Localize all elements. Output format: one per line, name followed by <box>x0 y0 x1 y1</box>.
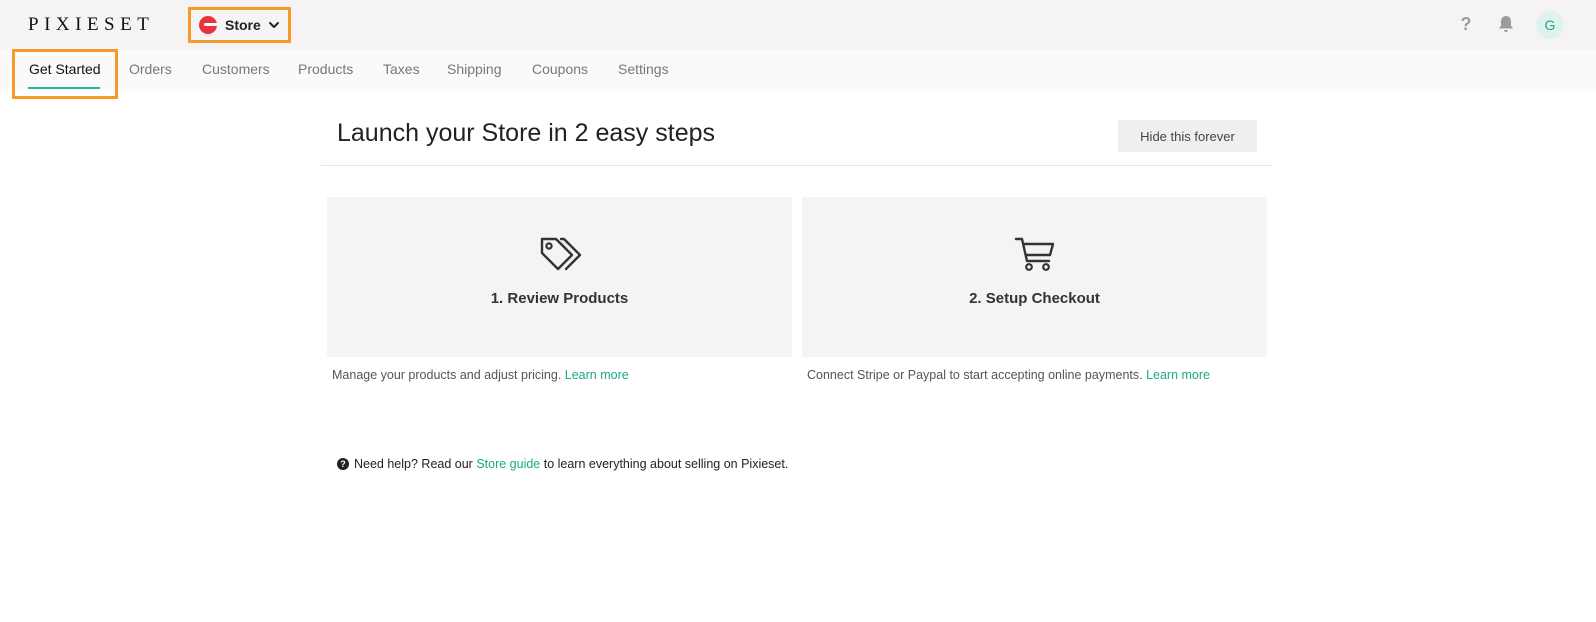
tab-products[interactable]: Products <box>298 61 353 77</box>
step-description-text: Connect Stripe or Paypal to start accept… <box>807 368 1147 382</box>
tab-orders[interactable]: Orders <box>129 61 172 77</box>
store-tab-bar: Get Started Orders Customers Products Ta… <box>0 49 1596 89</box>
page-title: Launch your Store in 2 easy steps <box>337 119 716 147</box>
notification-bell-icon[interactable] <box>1496 14 1516 34</box>
learn-more-products-link[interactable]: Learn more <box>565 368 629 382</box>
help-icon[interactable]: ? <box>1456 14 1476 34</box>
active-tab-indicator <box>28 87 100 89</box>
step-description-checkout: Connect Stripe or Paypal to start accept… <box>807 368 1210 382</box>
pixieset-logo[interactable]: PIXIESET <box>28 14 154 36</box>
tab-get-started[interactable]: Get Started <box>29 61 101 77</box>
step-title: 2. Setup Checkout <box>969 290 1100 307</box>
step-card-review-products[interactable]: 1. Review Products <box>327 197 792 357</box>
app-switcher-label: Store <box>225 17 261 33</box>
store-logo-icon <box>199 16 217 34</box>
step-title: 1. Review Products <box>490 290 629 307</box>
store-app-switcher[interactable]: Store <box>188 7 291 43</box>
user-avatar[interactable]: G <box>1536 11 1564 39</box>
step-card-setup-checkout[interactable]: 2. Setup Checkout <box>802 197 1267 357</box>
step-description-products: Manage your products and adjust pricing.… <box>332 368 629 382</box>
shopping-cart-icon <box>1013 235 1057 273</box>
tab-settings[interactable]: Settings <box>618 61 669 77</box>
help-footer: ? Need help? Read our Store guide to lea… <box>337 457 788 471</box>
hide-forever-button[interactable]: Hide this forever <box>1118 120 1257 152</box>
store-guide-link[interactable]: Store guide <box>476 457 540 471</box>
tab-shipping[interactable]: Shipping <box>447 61 502 77</box>
chevron-down-icon <box>268 19 280 31</box>
help-suffix: to learn everything about selling on Pix… <box>540 457 789 471</box>
help-prefix: Need help? Read our <box>354 457 477 471</box>
top-header: PIXIESET Store ? G <box>0 0 1596 49</box>
question-circle-icon: ? <box>337 458 349 470</box>
title-divider <box>321 165 1272 166</box>
price-tags-icon <box>538 235 582 273</box>
tab-customers[interactable]: Customers <box>202 61 270 77</box>
tab-taxes[interactable]: Taxes <box>383 61 420 77</box>
step-description-text: Manage your products and adjust pricing. <box>332 368 565 382</box>
learn-more-checkout-link[interactable]: Learn more <box>1146 368 1210 382</box>
tab-coupons[interactable]: Coupons <box>532 61 588 77</box>
